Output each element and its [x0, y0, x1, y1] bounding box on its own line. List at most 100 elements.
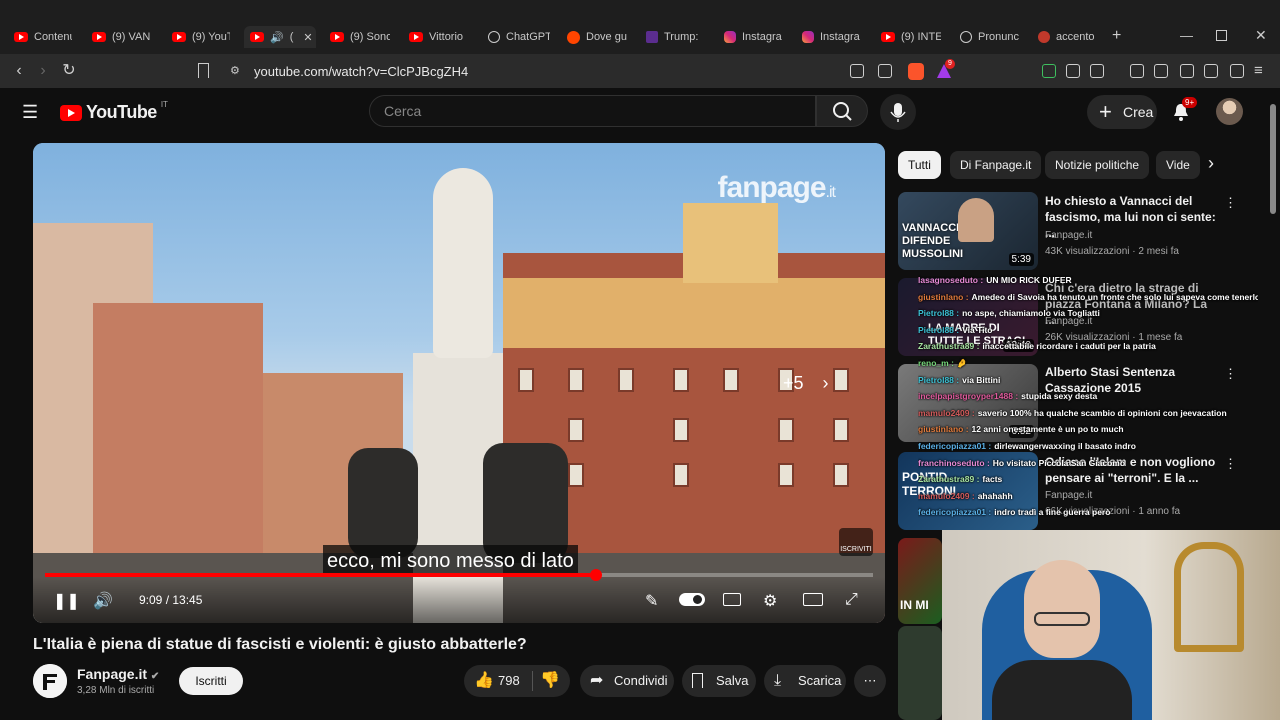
chat-message: federicopiazza01 : dirlewangerwaxxing il … — [918, 438, 1258, 455]
browser-tab[interactable]: Vittorio — [409, 26, 469, 48]
youtube-logo[interactable]: YouTube IT — [60, 100, 168, 123]
hamburger-menu-icon[interactable]: ☰ — [22, 102, 38, 123]
browser-tab[interactable]: (9) VANN — [92, 26, 150, 48]
channel-avatar[interactable] — [33, 664, 67, 698]
chat-username: lasagnoseduto : — [918, 275, 984, 285]
plus-icon: + — [1099, 99, 1112, 124]
share-button[interactable]: ➦ Condividi — [580, 665, 674, 697]
theater-mode-icon[interactable] — [803, 593, 823, 606]
music-icon[interactable] — [1130, 64, 1144, 78]
maximize-icon[interactable] — [1216, 30, 1227, 41]
chat-text: ahahahh — [977, 490, 1013, 501]
related-thumbnail[interactable]: IN MI — [898, 538, 942, 624]
create-button[interactable]: + Crea — [1087, 95, 1157, 129]
scrubber-handle[interactable] — [590, 569, 602, 581]
more-vertical-icon[interactable]: ⋮ — [1224, 195, 1237, 211]
share-icon[interactable] — [878, 64, 892, 78]
brave-rewards-icon[interactable]: 9 — [936, 59, 955, 79]
search-input[interactable]: Cerca — [369, 95, 816, 127]
channel-name[interactable]: Fanpage.it ✔ — [77, 666, 159, 682]
fullscreen-icon[interactable]: ⤢ — [845, 591, 858, 609]
extensions-puzzle-icon[interactable] — [1066, 64, 1080, 78]
close-tab-icon[interactable]: ✕ — [303, 31, 312, 44]
progress-bar[interactable] — [45, 569, 873, 581]
save-button[interactable]: Salva — [682, 665, 756, 697]
like-icon[interactable]: 👍 — [474, 665, 494, 697]
chat-username: franchinoseduto : — [918, 457, 990, 468]
chat-username: federicopiazza01 : — [918, 507, 992, 518]
dislike-icon[interactable]: 👎 — [540, 665, 560, 697]
chat-text: facts — [982, 474, 1003, 485]
related-channel[interactable]: Fanpage.it — [1045, 230, 1092, 241]
forward-icon[interactable]: › — [34, 62, 52, 80]
browser-tab[interactable]: accento — [1038, 26, 1098, 48]
fanpage-watermark: fanpage.it — [717, 171, 837, 204]
like-count[interactable]: 798 — [498, 665, 520, 697]
browser-tab[interactable]: ChatGPT — [488, 26, 550, 48]
related-thumbnail[interactable]: VANNACCI DIFENDE MUSSOLINI 5:39 — [898, 192, 1038, 270]
url-field[interactable]: youtube.com/watch?v=ClcPJBcgZH4 — [254, 64, 468, 79]
cast-icon[interactable] — [850, 64, 864, 78]
chat-username: Pietrol88 : — [918, 374, 960, 385]
browser-tab[interactable]: Contenu — [14, 26, 72, 48]
wallet-icon[interactable] — [1180, 64, 1194, 78]
chip-notizie-politiche[interactable]: Notizie politiche — [1045, 151, 1150, 179]
browser-tab[interactable]: Trump: — [646, 26, 704, 48]
volume-icon[interactable]: 🔊 — [93, 591, 113, 611]
site-info-icon[interactable]: ⚙ — [230, 64, 240, 77]
extension-icon[interactable] — [1042, 64, 1056, 78]
ai-icon[interactable] — [1204, 64, 1218, 78]
chat-username: federicopiazza01 : — [918, 440, 992, 451]
browser-tab[interactable]: Dove gu — [567, 26, 627, 48]
browser-tab[interactable]: (9) YouT — [172, 26, 230, 48]
search-button[interactable] — [816, 95, 868, 127]
chat-message: Pietrol88 : no aspe, chiamiamolo via Togl… — [918, 305, 1258, 322]
more-videos-indicator[interactable]: +5 › — [783, 373, 829, 394]
browser-tab[interactable]: Instagra — [802, 26, 862, 48]
chip-tutti[interactable]: Tutti — [898, 151, 941, 179]
chat-message: lasagnoseduto : UN MIO RICK DUFER — [918, 272, 1258, 289]
pause-icon[interactable]: ❚❚ — [53, 591, 80, 611]
download-button[interactable]: ⤓ Scarica — [764, 665, 846, 697]
screenshot-icon[interactable] — [1090, 64, 1104, 78]
settings-gear-icon[interactable]: ⚙ — [763, 591, 777, 611]
browser-tab[interactable]: (9) INTE — [881, 26, 941, 48]
chat-message: incelpapistgroyper1488 : stupida sexy des… — [918, 388, 1258, 405]
video-scenery — [673, 463, 689, 487]
more-actions-button[interactable]: ⋯ — [854, 665, 886, 697]
avatar[interactable] — [1216, 98, 1243, 125]
chat-text: via Bittini — [962, 374, 1001, 385]
video-scenery — [673, 368, 689, 392]
voice-search-button[interactable] — [880, 94, 916, 130]
miniplayer-pen-icon[interactable]: ✎ — [645, 591, 658, 611]
browser-tab[interactable]: Instagra — [724, 26, 782, 48]
chat-username: Pietrol88 : — [918, 308, 960, 319]
browser-menu-icon[interactable]: ≡ — [1254, 62, 1263, 79]
video-scenery — [833, 463, 849, 487]
scrollbar-thumb[interactable] — [1270, 104, 1276, 214]
video-scenery — [723, 368, 739, 392]
related-thumbnail[interactable] — [898, 626, 942, 720]
chat-username: mamulo2409 : — [918, 490, 975, 501]
sidebar-icon[interactable] — [1154, 64, 1168, 78]
vpn-icon[interactable] — [1230, 64, 1244, 78]
notifications-button[interactable]: 9+ — [1172, 97, 1198, 127]
back-icon[interactable]: ‹ — [10, 62, 28, 80]
brave-shield-icon[interactable] — [908, 63, 924, 80]
browser-tab[interactable]: Pronunc — [960, 26, 1020, 48]
subscribe-button[interactable]: Iscritti — [179, 667, 243, 695]
chip-video[interactable]: Vide — [1156, 151, 1200, 179]
reload-icon[interactable]: ↻ — [60, 62, 78, 80]
subscribe-watermark-badge[interactable]: ISCRIVITI — [839, 528, 873, 556]
browser-tab[interactable]: (9) Sono — [330, 26, 390, 48]
autoplay-toggle[interactable] — [679, 593, 705, 606]
video-player[interactable]: fanpage.it +5 › ISCRIVITI ecco, mi sono … — [33, 143, 885, 623]
subtitles-icon[interactable] — [723, 593, 741, 606]
browser-tab-active[interactable]: 🔊(✕ — [244, 26, 316, 48]
minimize-icon[interactable]: — — [1180, 28, 1193, 43]
new-tab-button[interactable]: + — [1112, 27, 1121, 45]
bookmark-icon[interactable] — [198, 63, 209, 78]
chip-di-fanpage[interactable]: Di Fanpage.it — [950, 151, 1042, 179]
chevron-right-icon[interactable]: › — [1208, 153, 1214, 174]
close-window-icon[interactable]: ✕ — [1255, 27, 1267, 44]
